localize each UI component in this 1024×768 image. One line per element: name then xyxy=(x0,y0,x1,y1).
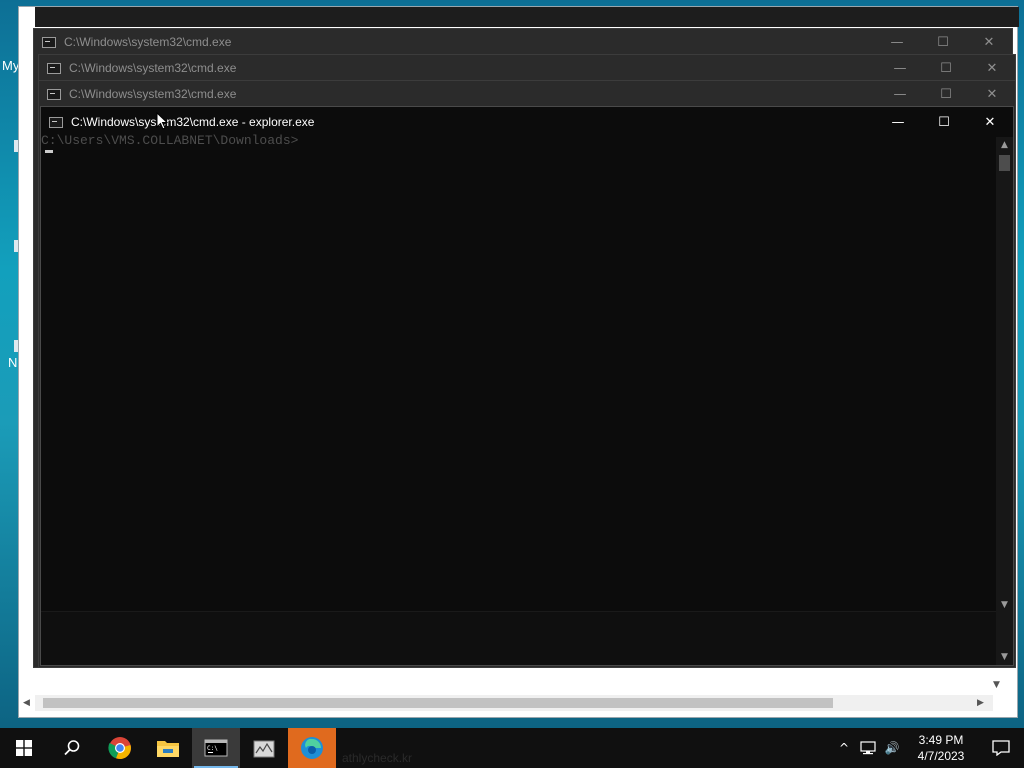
close-button[interactable]: ✕ xyxy=(967,107,1013,137)
taskbar-chrome[interactable] xyxy=(96,728,144,768)
active-cmd-window[interactable]: C:\Windows\system32\cmd.exe - explorer.e… xyxy=(40,106,1014,666)
close-button[interactable]: ✕ xyxy=(966,29,1012,55)
console-ghost-prompt: C:\Users\VMS.COLLABNET\Downloads> xyxy=(41,133,299,148)
taskbar-app[interactable] xyxy=(240,728,288,768)
clock-time: 3:49 PM xyxy=(918,733,964,747)
close-button[interactable]: ✕ xyxy=(969,55,1015,81)
minimize-button[interactable]: — xyxy=(875,107,921,137)
scroll-down-icon-2[interactable]: ▼ xyxy=(996,649,1013,665)
window-title: C:\Windows\system32\cmd.exe xyxy=(64,35,232,49)
folder-icon xyxy=(157,741,179,757)
cmd-icon xyxy=(42,36,56,48)
svg-text:C:\: C:\ xyxy=(207,745,218,752)
search-icon xyxy=(64,740,80,756)
scroll-down-icon[interactable]: ▼ xyxy=(993,680,1000,690)
network-icon[interactable] xyxy=(856,728,880,768)
cmd-window-2-titlebar[interactable]: C:\Windows\system32\cmd.exe — ☐ ✕ xyxy=(39,55,1015,81)
cmd-icon xyxy=(47,88,61,100)
console-area[interactable]: C:\Users\VMS.COLLABNET\Downloads> xyxy=(41,133,996,611)
scroll-up-icon[interactable]: ▲ xyxy=(996,137,1013,153)
start-button[interactable] xyxy=(0,728,48,768)
clock-date: 4/7/2023 xyxy=(917,749,965,763)
maximize-button[interactable]: ☐ xyxy=(923,55,969,81)
volume-icon[interactable]: 🔊 xyxy=(880,728,904,768)
minimize-button[interactable]: — xyxy=(874,29,920,55)
active-window-title: C:\Windows\system32\cmd.exe - explorer.e… xyxy=(71,115,315,129)
chrome-icon xyxy=(108,737,131,760)
close-button[interactable]: ✕ xyxy=(969,81,1015,107)
text-cursor xyxy=(45,150,53,153)
terminal-icon: C:\ xyxy=(204,739,228,757)
cmd-icon xyxy=(49,116,63,128)
window-title: C:\Windows\system32\cmd.exe xyxy=(69,61,237,75)
edge-icon xyxy=(301,737,323,759)
cmd-icon xyxy=(47,62,61,74)
clock[interactable]: 3:49 PM 4/7/2023 xyxy=(904,732,978,764)
notification-button[interactable] xyxy=(978,728,1024,768)
vertical-scrollbar[interactable]: ▲ ▼ ▼ xyxy=(996,137,1013,665)
background-window-titlebar xyxy=(35,7,1019,27)
desktop-label-fragment-2: N xyxy=(8,355,18,370)
desktop-label-fragment: My xyxy=(2,58,20,73)
taskbar-file-explorer[interactable] xyxy=(144,728,192,768)
cmd-window-1-titlebar[interactable]: C:\Windows\system32\cmd.exe — ☐ ✕ xyxy=(34,29,1012,55)
maximize-button[interactable]: ☐ xyxy=(920,29,966,55)
minimize-button[interactable]: — xyxy=(877,81,923,107)
horizontal-scrollbar-thumb[interactable] xyxy=(43,698,833,708)
mouse-pointer-icon xyxy=(156,112,168,130)
horizontal-scrollbar[interactable] xyxy=(35,695,993,711)
scroll-left-icon[interactable]: ◀ xyxy=(23,698,30,708)
window-title: C:\Windows\system32\cmd.exe xyxy=(69,87,237,101)
ghost-taskbar-text: athlycheck.kr xyxy=(342,751,413,765)
minimize-button[interactable]: — xyxy=(877,55,923,81)
cmd-window-3-titlebar[interactable]: C:\Windows\system32\cmd.exe — ☐ ✕ xyxy=(39,81,1015,107)
server-manager-icon xyxy=(253,740,275,758)
scroll-down-icon[interactable]: ▼ xyxy=(996,597,1013,613)
windows-logo-icon xyxy=(16,740,32,756)
notification-icon xyxy=(992,740,1010,756)
search-button[interactable] xyxy=(48,728,96,768)
maximize-button[interactable]: ☐ xyxy=(923,81,969,107)
console-bottom-area xyxy=(41,611,996,665)
maximize-button[interactable]: ☐ xyxy=(921,107,967,137)
tray-chevron-icon[interactable]: ^ xyxy=(832,728,856,768)
taskbar: C:\ ^ 🔊 3:49 PM 4/7/2023 xyxy=(0,728,1024,768)
taskbar-cmd[interactable]: C:\ xyxy=(192,728,240,768)
system-tray: ^ 🔊 3:49 PM 4/7/2023 xyxy=(832,728,1024,768)
taskbar-edge[interactable] xyxy=(288,728,336,768)
vertical-scrollbar-thumb[interactable] xyxy=(999,155,1010,171)
scroll-right-icon[interactable]: ▶ xyxy=(977,698,984,708)
